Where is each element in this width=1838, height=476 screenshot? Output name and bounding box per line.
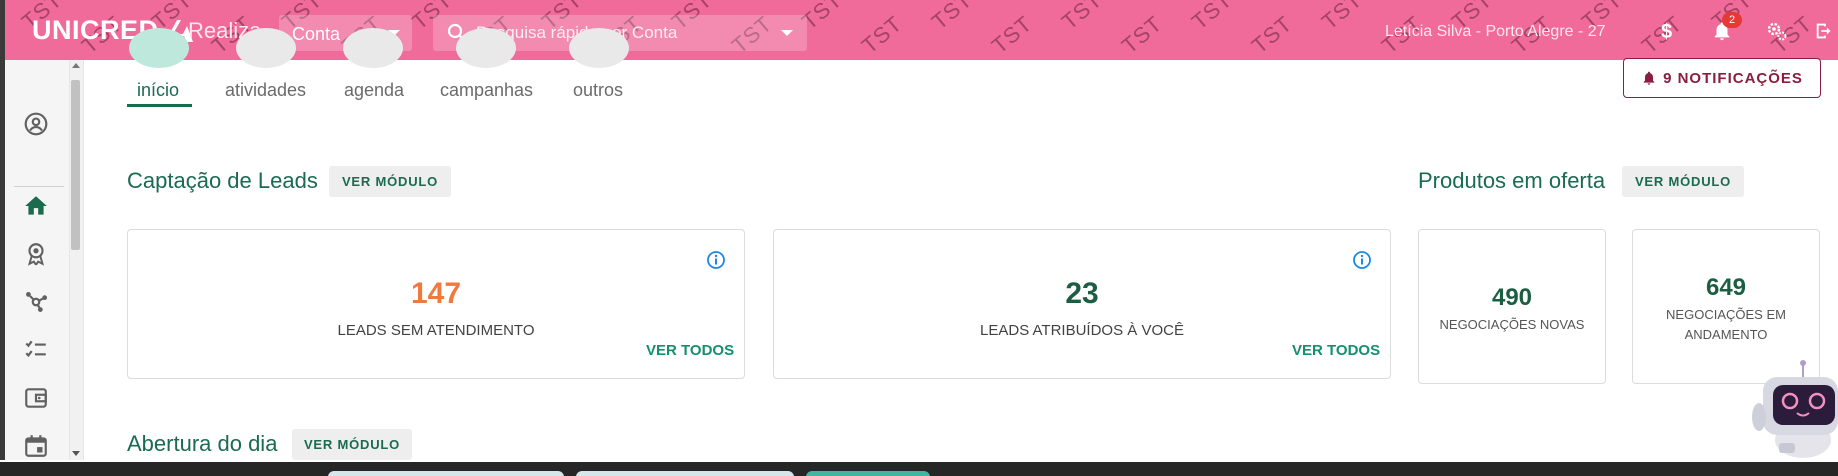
opening-module-button[interactable]: VER MÓDULO [292,429,412,460]
watermark-text: TST [926,0,978,35]
svg-text:$: $ [1661,21,1672,42]
leads-unattended-see-all-link[interactable]: VER TODOS [646,342,734,359]
leads-assigned-card[interactable]: 23 LEADS ATRIBUÍDOS À VOCÊ VER TODOS [773,229,1391,379]
leads-module-button[interactable]: VER MÓDULO [329,166,451,197]
award-icon [27,243,45,266]
home-icon [25,196,47,215]
search-dropdown-icon[interactable] [781,30,793,36]
products-module-button[interactable]: VER MÓDULO [1622,166,1744,197]
sidebar-item-awards[interactable] [20,238,52,270]
scroll-down-arrow-icon[interactable] [72,451,80,456]
info-icon[interactable] [1352,250,1372,270]
checklist-icon [25,340,46,358]
user-info[interactable]: Letícia Silva - Porto Alegre - 27 [1385,23,1606,41]
bottom-tab-3[interactable] [806,471,930,476]
watermark-text: TST [1116,10,1168,59]
watermark-text: TST [1316,0,1368,35]
ongoing-negotiations-value: 649 [1705,274,1747,301]
active-tab-indicator [127,104,192,107]
scroll-up-arrow-icon[interactable] [72,63,80,68]
info-icon[interactable] [706,250,726,270]
hub-icon [26,292,48,312]
ongoing-negotiations-label-line1: NEGOCIAÇÕES EM [1666,307,1786,322]
section-title-products: Produtos em oferta [1418,168,1606,193]
tab-icon-inicio [129,28,189,68]
account-icon [24,112,48,136]
leads-unattended-value: 147 [410,277,462,310]
bell-icon [1643,71,1655,85]
sidebar-item-calendar[interactable] [20,430,52,462]
bottom-tab-1[interactable] [328,471,564,476]
sidebar-scrollbar-thumb[interactable] [71,80,80,250]
wallet-icon [25,388,47,408]
tab-icon-atividades [236,28,296,68]
bottom-tab-2[interactable] [576,471,794,476]
watermark-text: TST [1056,0,1108,35]
window-edge [0,0,5,60]
sidebar-item-home[interactable] [20,190,52,222]
tab-inicio[interactable]: início [137,80,179,101]
leads-assigned-see-all-link[interactable]: VER TODOS [1292,342,1380,359]
ongoing-negotiations-label-line2: ANDAMENTO [1684,327,1768,342]
logout-icon[interactable] [1812,18,1838,44]
new-negotiations-card[interactable]: 490 NEGOCIAÇÕES NOVAS [1418,229,1606,384]
tab-atividades[interactable]: atividades [225,80,306,101]
leads-unattended-card[interactable]: 147 LEADS SEM ATENDIMENTO VER TODOS [127,229,745,379]
sidebar-item-account[interactable] [20,108,52,140]
assistant-robot-icon[interactable] [1745,355,1838,462]
settings-icon[interactable] [1764,18,1790,44]
app-window: TST TST TST TST TST TST TST TST TST TST TST TST TST T… [0,0,1838,476]
new-negotiations-value: 490 [1491,284,1533,311]
leads-unattended-label: LEADS SEM ATENDIMENTO [337,322,535,339]
watermark-text: TST [986,10,1038,59]
context-select-value: Conta [292,24,341,44]
notifications-button-label: 9 NOTIFICAÇÕES [1663,69,1803,87]
browser-bottom-bar [0,462,1838,476]
tab-outros[interactable]: outros [573,80,623,101]
section-title-opening: Abertura do dia [127,431,278,456]
sidebar-divider [14,186,64,187]
tab-icon-campanhas [456,28,516,68]
sidebar-item-wallet[interactable] [20,382,52,414]
sidebar-item-network[interactable] [20,286,52,318]
tab-icon-agenda [343,28,403,68]
notifications-button[interactable]: 9 NOTIFICAÇÕES [1623,58,1821,98]
tab-icon-outros [569,28,629,68]
section-title-leads: Captação de Leads [127,168,318,193]
watermark-text: TST [856,10,908,59]
new-negotiations-label: NEGOCIAÇÕES NOVAS [1439,317,1585,332]
dollar-icon[interactable]: $ [1654,18,1680,44]
calendar-icon [25,435,47,457]
sidebar-item-tasks[interactable] [20,334,52,366]
leads-assigned-value: 23 [1065,277,1099,310]
watermark-text: TST [1246,10,1298,59]
notification-count-badge: 2 [1722,12,1742,28]
leads-assigned-label: LEADS ATRIBUÍDOS À VOCÊ [980,322,1184,339]
window-edge [0,60,5,460]
watermark-text: TST [1186,0,1238,35]
tab-agenda[interactable]: agenda [344,80,404,101]
tab-campanhas[interactable]: campanhas [440,80,533,101]
